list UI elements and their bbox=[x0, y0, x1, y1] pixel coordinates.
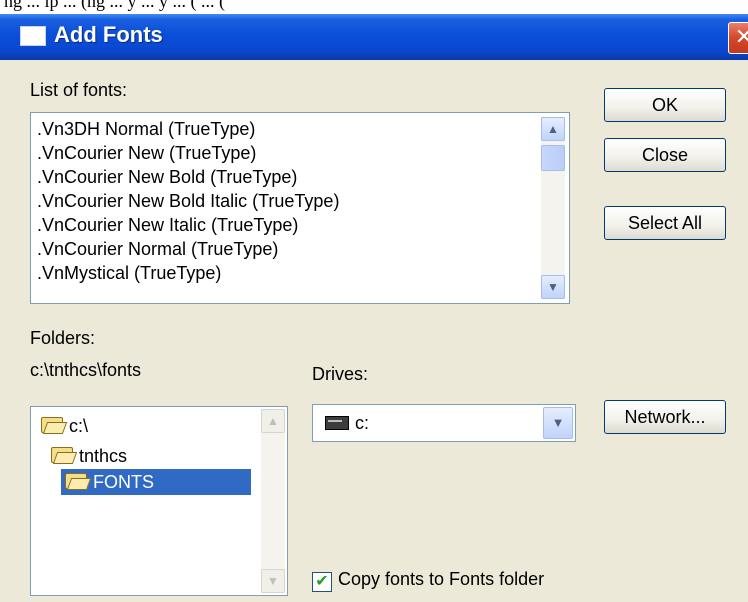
partial-page-text-content: ng ... lp ... (ng ... y ... y ... ( ... … bbox=[4, 0, 225, 11]
font-list-item[interactable]: .VnCourier New Italic (TrueType) bbox=[37, 213, 537, 237]
fonts-scrollbar[interactable]: ▲ ▼ bbox=[541, 117, 565, 299]
drives-label: Drives: bbox=[312, 364, 369, 384]
folder-name: tnthcs bbox=[79, 446, 128, 466]
drive-icon bbox=[325, 416, 349, 430]
window-icon bbox=[20, 26, 46, 46]
folder-open-icon bbox=[41, 417, 63, 433]
close-button[interactable]: Close bbox=[604, 138, 726, 172]
folders-scrollbar: ▲ ▼ bbox=[261, 409, 285, 593]
close-window-button[interactable]: ✕ bbox=[728, 22, 748, 54]
scroll-up-icon[interactable]: ▲ bbox=[541, 117, 565, 141]
scroll-up-icon: ▲ bbox=[261, 409, 285, 433]
chevron-down-icon[interactable]: ▼ bbox=[543, 407, 573, 439]
fonts-list: .Vn3DH Normal (TrueType) .VnCourier New … bbox=[31, 113, 537, 285]
folder-name: FONTS bbox=[93, 472, 154, 492]
fonts-listbox[interactable]: .Vn3DH Normal (TrueType) .VnCourier New … bbox=[30, 112, 570, 304]
partial-page-text: ng ... lp ... (ng ... y ... y ... ( ... … bbox=[0, 0, 748, 14]
folder-item-fonts[interactable]: FONTS bbox=[61, 469, 251, 495]
copy-fonts-checkbox[interactable]: ✔ bbox=[312, 572, 332, 592]
scroll-down-icon: ▼ bbox=[261, 569, 285, 593]
font-list-item[interactable]: .VnCourier New Bold Italic (TrueType) bbox=[37, 189, 537, 213]
fonts-list-label: List of fonts: bbox=[30, 80, 128, 100]
select-all-button[interactable]: Select All bbox=[604, 206, 726, 240]
font-list-item[interactable]: .VnCourier New Bold (TrueType) bbox=[37, 165, 537, 189]
dialog-title: Add Fonts bbox=[54, 22, 163, 47]
folders-label: Folders: bbox=[30, 328, 96, 348]
copy-fonts-label[interactable]: Copy fonts to Fonts folder bbox=[338, 569, 544, 590]
font-list-item[interactable]: .Vn3DH Normal (TrueType) bbox=[37, 117, 537, 141]
font-list-item[interactable]: .VnCourier Normal (TrueType) bbox=[37, 237, 537, 261]
folder-open-icon bbox=[51, 447, 73, 463]
folder-open-icon bbox=[65, 473, 87, 489]
drive-selected: c: bbox=[355, 413, 370, 433]
folder-item-tnthcs[interactable]: tnthcs bbox=[51, 443, 127, 469]
add-fonts-dialog: Add Fonts ✕ List of fonts: .Vn3DH Normal… bbox=[0, 14, 748, 602]
font-list-item[interactable]: .VnCourier New (TrueType) bbox=[37, 141, 537, 165]
current-path: c:\tnthcs\fonts bbox=[30, 360, 142, 380]
network-button[interactable]: Network... bbox=[604, 400, 726, 434]
folder-name: c:\ bbox=[69, 416, 89, 436]
scroll-thumb[interactable] bbox=[541, 145, 565, 171]
font-list-item[interactable]: .VnMystical (TrueType) bbox=[37, 261, 537, 285]
folders-listbox[interactable]: c:\ tnthcs FONTS ▲ ▼ bbox=[30, 406, 288, 596]
drives-combobox[interactable]: c: ▼ bbox=[312, 404, 576, 442]
scroll-down-icon[interactable]: ▼ bbox=[541, 275, 565, 299]
ok-button[interactable]: OK bbox=[604, 88, 726, 122]
folder-item-root[interactable]: c:\ bbox=[41, 413, 88, 439]
title-bar[interactable]: Add Fonts ✕ bbox=[0, 14, 748, 60]
